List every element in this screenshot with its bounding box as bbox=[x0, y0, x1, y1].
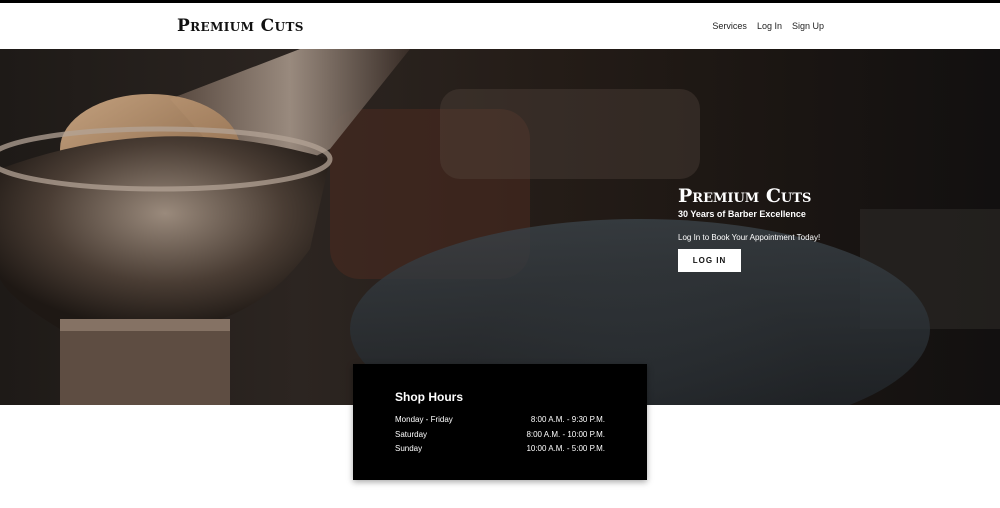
hero-subtitle: 30 Years of Barber Excellence bbox=[678, 209, 806, 219]
hours-time: 8:00 A.M. - 9:30 P.M. bbox=[530, 415, 605, 424]
hours-day: Sunday bbox=[395, 444, 423, 453]
shop-hours-title: Shop Hours bbox=[395, 390, 463, 404]
nav-link-signup[interactable]: Sign Up bbox=[792, 21, 824, 31]
hours-row: Sunday 10:00 A.M. - 5:00 P.M. bbox=[395, 444, 605, 456]
hours-time: 8:00 A.M. - 10:00 P.M. bbox=[526, 430, 605, 439]
brand-logo[interactable]: Premium Cuts bbox=[177, 16, 304, 36]
hero-cta-text: Log In to Book Your Appointment Today! bbox=[678, 233, 821, 242]
hours-day: Saturday bbox=[395, 430, 428, 439]
nav-link-services[interactable]: Services bbox=[712, 21, 747, 31]
hero-banner: Premium Cuts 30 Years of Barber Excellen… bbox=[0, 49, 1000, 405]
hours-row: Monday - Friday 8:00 A.M. - 9:30 P.M. bbox=[395, 415, 605, 427]
nav-link-login[interactable]: Log In bbox=[757, 21, 782, 31]
shop-hours-card: Shop Hours Monday - Friday 8:00 A.M. - 9… bbox=[353, 364, 647, 480]
hero-background-image bbox=[0, 49, 1000, 405]
hours-time: 10:00 A.M. - 5:00 P.M. bbox=[526, 444, 605, 453]
hours-day: Monday - Friday bbox=[395, 415, 453, 424]
hours-row: Saturday 8:00 A.M. - 10:00 P.M. bbox=[395, 430, 605, 442]
hero-login-button[interactable]: LOG IN bbox=[678, 249, 741, 272]
nav-links: Services Log In Sign Up bbox=[712, 21, 824, 31]
hero-title: Premium Cuts bbox=[678, 185, 812, 207]
navbar: Premium Cuts Services Log In Sign Up bbox=[0, 3, 1000, 49]
